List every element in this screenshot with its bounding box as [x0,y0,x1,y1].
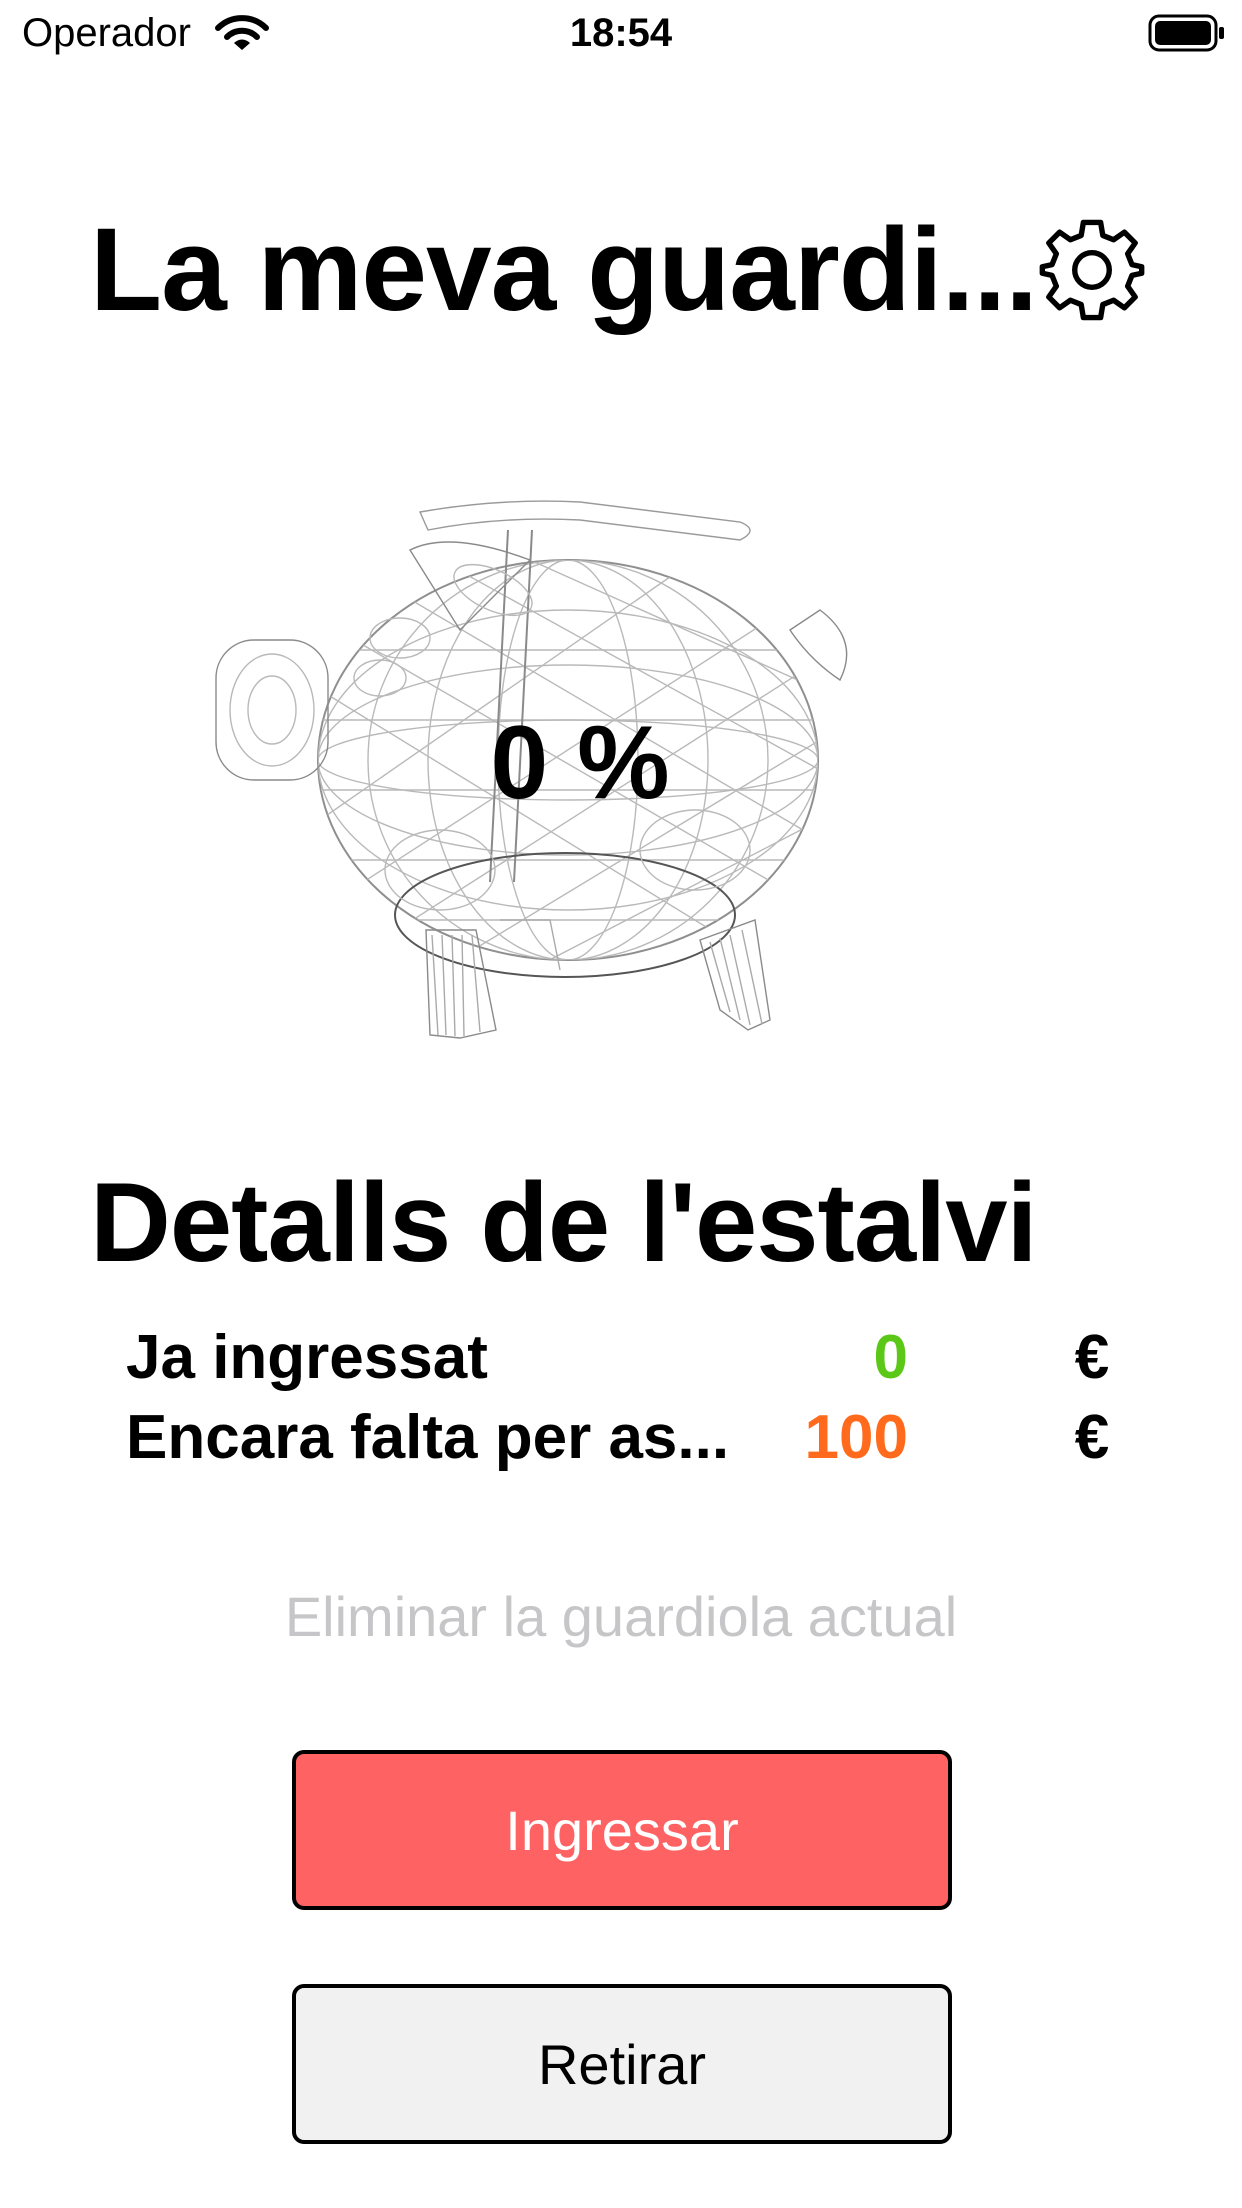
remaining-value: 100 [804,1403,908,1472]
deposited-currency: € [1074,1323,1110,1392]
battery-icon [1148,14,1224,52]
deposited-label: Ja ingressat [126,1323,488,1392]
page-title: La meva guardi... [90,204,1038,336]
withdraw-button[interactable]: Retirar [292,1984,952,2144]
deposit-button[interactable]: Ingressar [292,1750,952,1910]
deposited-value: 0 [873,1323,908,1392]
remaining-label: Encara falta per as... [126,1403,730,1472]
remaining-currency: € [1074,1403,1110,1472]
status-time: 18:54 [569,11,673,55]
savings-percent: 0 % [490,705,670,821]
delete-piggy-bank-link[interactable]: Eliminar la guardiola actual [0,1580,1242,1654]
details-title: Detalls de l'estalvi [90,1160,1038,1285]
gear-icon[interactable] [1038,216,1146,324]
